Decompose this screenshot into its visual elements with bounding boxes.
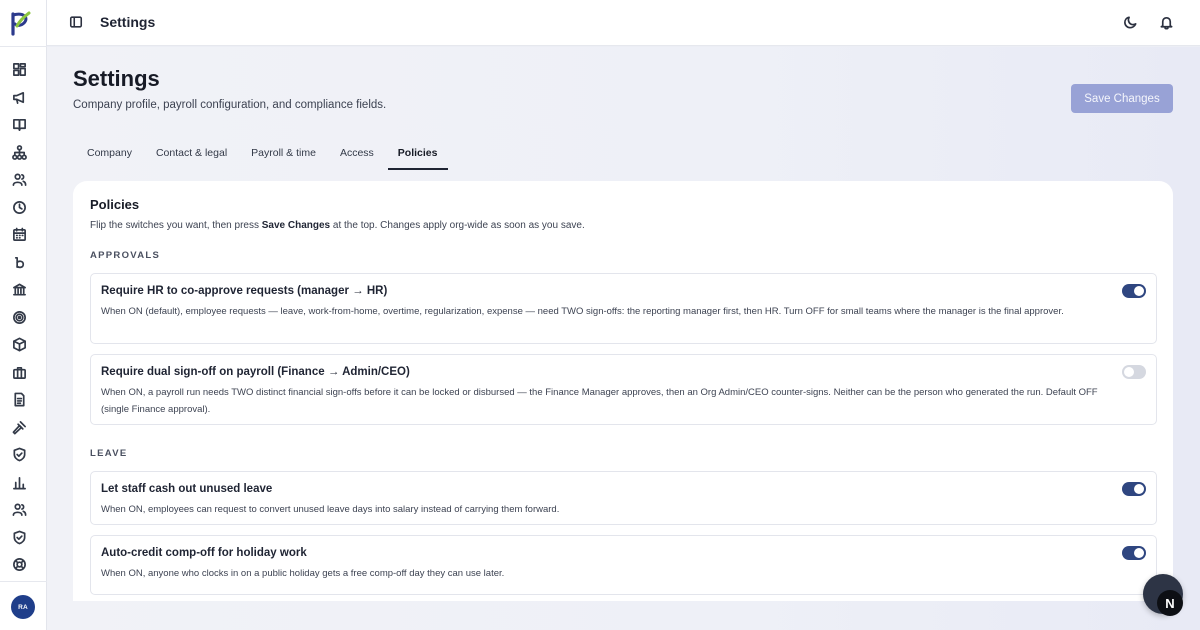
section-label-approvals: APPROVALS bbox=[90, 250, 161, 261]
sidebar-item-dashboard[interactable] bbox=[0, 56, 47, 84]
tab-contact-legal[interactable]: Contact & legal bbox=[144, 142, 239, 170]
main-content: Settings Company profile, payroll config… bbox=[47, 47, 1200, 630]
policy-description: When ON, anyone who clocks in on a publi… bbox=[101, 568, 505, 579]
sidebar-toggle-icon bbox=[69, 16, 83, 28]
briefcase-icon bbox=[13, 366, 26, 379]
target-icon bbox=[13, 310, 26, 324]
sidebar-item-attendance[interactable] bbox=[0, 194, 47, 222]
sidebar-item-handbook[interactable] bbox=[0, 111, 47, 139]
policy-toggle-hr-coapprove[interactable] bbox=[1122, 284, 1146, 298]
policy-row-hr-coapprove: Require HR to co-approve requests (manag… bbox=[90, 273, 1157, 344]
dashboard-icon bbox=[13, 63, 26, 77]
sidebar-item-people[interactable] bbox=[0, 166, 47, 194]
policy-row-payroll-dual-signoff: Require dual sign-off on payroll (Financ… bbox=[90, 354, 1157, 425]
bell-icon bbox=[1160, 16, 1173, 30]
users-icon bbox=[12, 173, 27, 187]
sidebar-item-legal[interactable] bbox=[0, 414, 47, 442]
shield-check-icon bbox=[13, 447, 26, 462]
tab-policies[interactable]: Policies bbox=[386, 142, 450, 170]
page-title: Settings bbox=[73, 66, 160, 91]
sidebar-item-bank[interactable] bbox=[0, 276, 47, 304]
tab-payroll-time[interactable]: Payroll & time bbox=[239, 142, 328, 170]
sidebar-item-announcements[interactable] bbox=[0, 84, 47, 112]
shield-icon bbox=[13, 530, 26, 545]
floating-badge[interactable]: N bbox=[1157, 590, 1183, 616]
policy-row-leave-cashout: Let staff cash out unused leave When ON,… bbox=[90, 471, 1157, 525]
bar-chart-icon bbox=[13, 476, 26, 490]
policy-toggle-payroll-dual-signoff[interactable] bbox=[1122, 365, 1146, 379]
policy-title: Require dual sign-off on payroll (Financ… bbox=[101, 366, 410, 378]
card-description: Flip the switches you want, then press S… bbox=[90, 220, 585, 231]
notifications-button[interactable] bbox=[1159, 15, 1174, 35]
user-avatar[interactable]: RA bbox=[11, 595, 35, 619]
policy-title: Require HR to co-approve requests (manag… bbox=[101, 285, 388, 297]
policy-row-comp-off: Auto-credit comp-off for holiday work Wh… bbox=[90, 535, 1157, 595]
document-icon bbox=[14, 392, 25, 407]
app-logo[interactable] bbox=[8, 10, 32, 36]
save-changes-button[interactable]: Save Changes bbox=[1071, 84, 1173, 113]
sidebar-item-assets[interactable] bbox=[0, 331, 47, 359]
policy-toggle-leave-cashout[interactable] bbox=[1122, 482, 1146, 496]
policy-toggle-comp-off[interactable] bbox=[1122, 546, 1146, 560]
sidebar-item-security[interactable] bbox=[0, 524, 47, 552]
moon-icon bbox=[1124, 16, 1137, 29]
org-chart-icon bbox=[12, 144, 27, 160]
card-title: Policies bbox=[90, 197, 140, 212]
team-icon bbox=[12, 503, 27, 517]
sidebar-item-support[interactable] bbox=[0, 551, 47, 579]
lifebuoy-icon bbox=[13, 558, 26, 572]
sidebar-item-goals[interactable] bbox=[0, 304, 47, 332]
section-label-leave: LEAVE bbox=[90, 448, 128, 459]
sidebar-item-documents[interactable] bbox=[0, 386, 47, 414]
policies-card: Policies Flip the switches you want, the… bbox=[73, 181, 1173, 601]
policy-description: When ON, a payroll run needs TWO distinc… bbox=[101, 387, 1098, 415]
theme-toggle-button[interactable] bbox=[1123, 15, 1138, 35]
sidebar-toggle-button[interactable] bbox=[69, 15, 85, 31]
sidebar-item-brand[interactable] bbox=[0, 249, 47, 277]
package-icon bbox=[13, 337, 26, 352]
sidebar-item-jobs[interactable] bbox=[0, 359, 47, 387]
sidebar-item-compliance[interactable] bbox=[0, 441, 47, 469]
clock-icon bbox=[13, 200, 26, 214]
logo-icon bbox=[11, 11, 31, 36]
page-subtitle: Company profile, payroll configuration, … bbox=[73, 99, 387, 111]
policy-title: Let staff cash out unused leave bbox=[101, 483, 273, 495]
megaphone-icon bbox=[13, 91, 25, 104]
policy-description: When ON, employees can request to conver… bbox=[101, 504, 560, 515]
sidebar-item-calendar[interactable] bbox=[0, 221, 47, 249]
book-icon bbox=[13, 119, 26, 132]
top-bar: Settings bbox=[47, 0, 1200, 46]
sidebar-item-teams[interactable] bbox=[0, 496, 47, 524]
topbar-title: Settings bbox=[100, 14, 156, 30]
sidebar: RA bbox=[0, 0, 47, 630]
sidebar-item-reports[interactable] bbox=[0, 469, 47, 497]
bank-icon bbox=[13, 283, 26, 296]
gavel-icon bbox=[12, 420, 26, 435]
policy-title: Auto-credit comp-off for holiday work bbox=[101, 547, 307, 559]
calendar-icon bbox=[13, 227, 26, 242]
sidebar-item-org-chart[interactable] bbox=[0, 139, 47, 167]
settings-tabs: Company Contact & legal Payroll & time A… bbox=[75, 142, 450, 170]
policy-description: When ON (default), employee requests — l… bbox=[101, 306, 1064, 317]
brand-b-icon bbox=[14, 256, 25, 268]
tab-access[interactable]: Access bbox=[328, 142, 386, 170]
tab-company[interactable]: Company bbox=[75, 142, 144, 170]
